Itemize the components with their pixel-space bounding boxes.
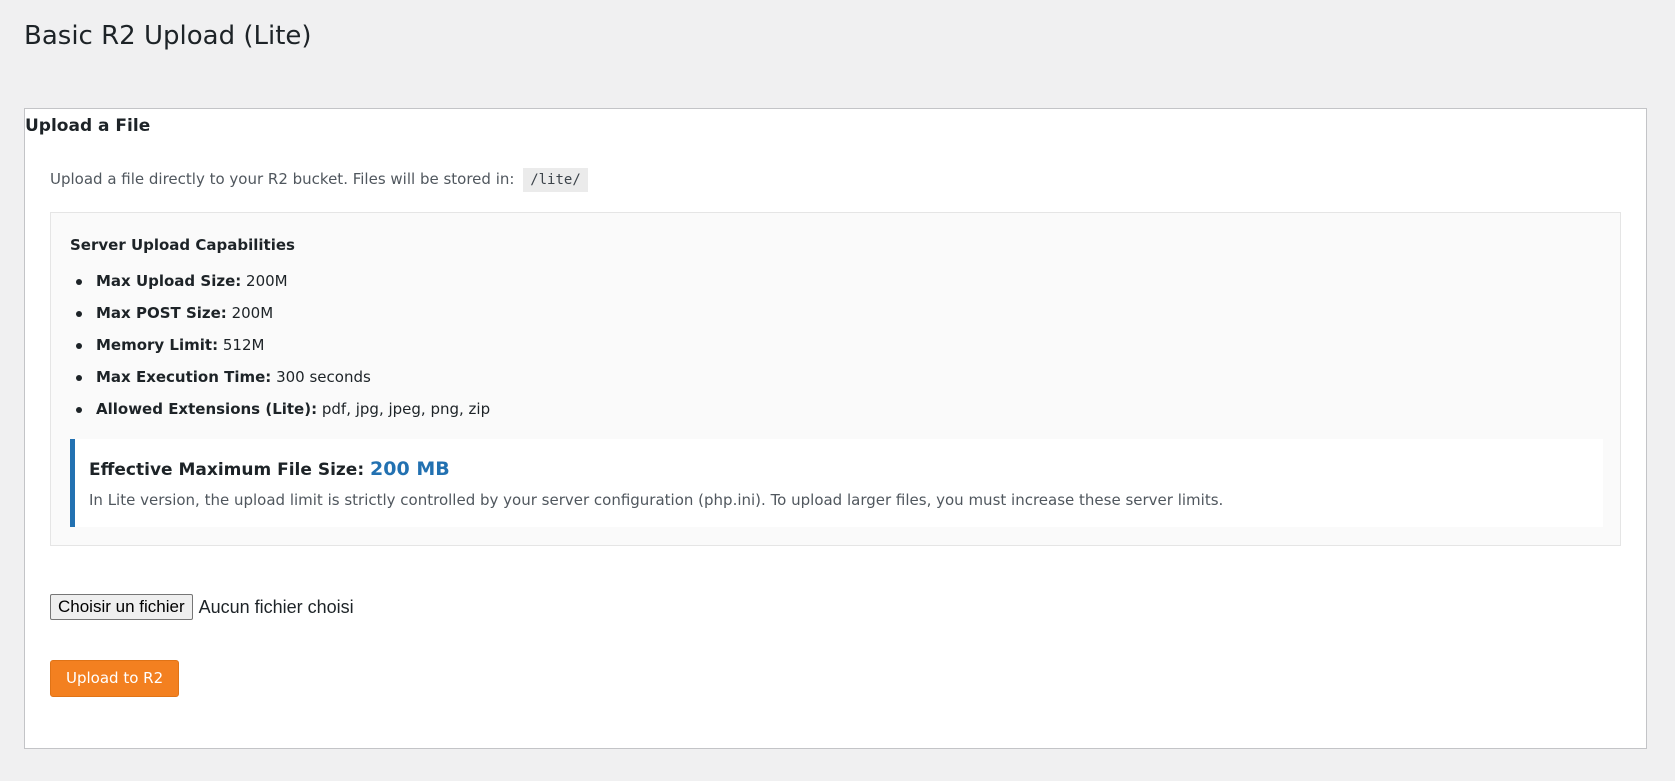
bullet-icon bbox=[76, 375, 82, 381]
capability-label: Allowed Extensions (Lite): bbox=[96, 400, 318, 418]
capability-value: 200M bbox=[246, 272, 288, 290]
intro-text: Upload a file directly to your R2 bucket… bbox=[50, 165, 588, 193]
storage-path: /lite/ bbox=[523, 167, 588, 192]
upload-card: Upload a File Upload a file directly to … bbox=[24, 108, 1647, 749]
capability-max-execution-time: Max Execution Time: 300 seconds bbox=[70, 364, 490, 396]
intro-message: Upload a file directly to your R2 bucket… bbox=[50, 170, 515, 188]
server-capabilities-box: Server Upload Capabilities Max Upload Si… bbox=[50, 212, 1621, 546]
effective-max-size-notice: Effective Maximum File Size: 200 MB In L… bbox=[70, 439, 1603, 527]
effective-max-size-value: 200 MB bbox=[370, 458, 450, 480]
bullet-icon bbox=[76, 279, 82, 285]
capability-value: pdf, jpg, jpeg, png, zip bbox=[321, 400, 491, 418]
file-input: Choisir un fichier Aucun fichier choisi bbox=[50, 593, 354, 621]
capability-max-post-size: Max POST Size: 200M bbox=[70, 300, 490, 332]
page-title: Basic R2 Upload (Lite) bbox=[24, 21, 312, 51]
effective-max-size-note: In Lite version, the upload limit is str… bbox=[89, 491, 1224, 509]
capabilities-title: Server Upload Capabilities bbox=[70, 236, 295, 254]
capability-value: 200M bbox=[231, 304, 274, 322]
capabilities-list: Max Upload Size: 200M Max POST Size: 200… bbox=[70, 268, 490, 428]
effective-max-size-label: Effective Maximum File Size: bbox=[89, 460, 365, 480]
capability-label: Max POST Size: bbox=[96, 304, 227, 322]
capability-max-upload-size: Max Upload Size: 200M bbox=[70, 268, 490, 300]
capability-allowed-extensions: Allowed Extensions (Lite): pdf, jpg, jpe… bbox=[70, 396, 490, 428]
capability-value: 300 seconds bbox=[276, 368, 371, 386]
choose-file-button[interactable]: Choisir un fichier bbox=[50, 594, 193, 620]
bullet-icon bbox=[76, 343, 82, 349]
file-status-text: Aucun fichier choisi bbox=[198, 596, 354, 617]
capability-label: Memory Limit: bbox=[96, 336, 219, 354]
upload-to-r2-button[interactable]: Upload to R2 bbox=[50, 660, 180, 697]
page: Basic R2 Upload (Lite) Upload a File Upl… bbox=[0, 0, 1675, 781]
effective-max-size: Effective Maximum File Size: 200 MB bbox=[89, 455, 450, 484]
capability-memory-limit: Memory Limit: 512M bbox=[70, 332, 490, 364]
capability-value: 512M bbox=[222, 336, 265, 354]
bullet-icon bbox=[76, 311, 82, 317]
capability-label: Max Upload Size: bbox=[96, 272, 242, 290]
capability-label: Max Execution Time: bbox=[96, 368, 272, 386]
card-title: Upload a File bbox=[25, 116, 151, 136]
bullet-icon bbox=[76, 407, 82, 413]
